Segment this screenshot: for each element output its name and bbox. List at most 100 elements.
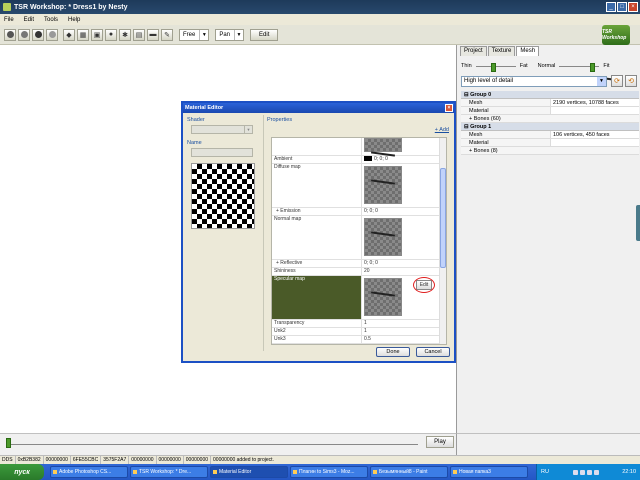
table-row[interactable]: Unk3 0.5	[272, 336, 446, 344]
timeline-right-area	[456, 433, 640, 455]
material-editor-dialog: Material Editor × Shader ▼ Name Properti…	[181, 101, 456, 363]
scrollbar-thumb[interactable]	[440, 168, 446, 268]
system-tray: RU 22:10	[536, 464, 640, 480]
material-left-pane: Shader ▼ Name	[187, 117, 259, 349]
fat-slider[interactable]	[475, 61, 516, 72]
status-field: 6FE55CBC	[71, 456, 102, 464]
brush-icon[interactable]: ✎	[161, 28, 173, 41]
highlight-circle	[413, 277, 435, 293]
table-row[interactable]: Mesh 2190 vertices, 10788 faces	[461, 99, 639, 107]
table-row[interactable]: + Reflective 0; 0; 0	[272, 260, 446, 268]
tab-texture[interactable]: Texture	[487, 46, 516, 56]
table-row[interactable]: Material	[461, 107, 639, 115]
ambient-color-swatch[interactable]	[364, 156, 372, 162]
specular-map-thumbnail[interactable]	[364, 278, 402, 316]
status-field: 00000000	[129, 456, 157, 464]
table-row[interactable]: Normal map	[272, 216, 446, 260]
table-row	[272, 138, 446, 156]
task-folder[interactable]: Новая папка3	[450, 466, 528, 478]
window-title: TSR Workshop: * Dress1 by Nesty	[14, 3, 128, 11]
material-properties-pane: Properties + Add Ambient 0; 0; 0 Diffuse…	[267, 117, 453, 349]
add-property-link[interactable]: + Add	[435, 127, 449, 133]
done-button[interactable]: Done	[376, 347, 410, 357]
tray-icon	[593, 469, 599, 475]
tab-mesh[interactable]: Mesh	[516, 46, 540, 56]
name-input[interactable]	[191, 148, 253, 157]
task-material-editor[interactable]: Material Editor	[210, 466, 288, 478]
box-icon[interactable]: ▣	[91, 28, 103, 41]
tray-icon	[586, 469, 592, 475]
sphere-icon[interactable]	[4, 28, 16, 41]
task-photoshop[interactable]: Adobe Photoshop CS...	[50, 466, 128, 478]
tray-icon	[572, 469, 578, 475]
menu-file[interactable]: File	[4, 17, 14, 23]
table-row[interactable]: Unk2 1	[272, 328, 446, 336]
status-field: 3575F2A7	[101, 456, 130, 464]
export-icon[interactable]: ⟲	[625, 75, 637, 87]
play-button[interactable]: Play	[426, 436, 454, 448]
shader-select[interactable]: ▼	[191, 125, 253, 134]
table-row[interactable]: Mesh 106 vertices, 450 faces	[461, 131, 639, 139]
task-paint[interactable]: Безымянный8 - Paint	[370, 466, 448, 478]
bone-icon[interactable]: ●	[105, 28, 117, 41]
texture-thumbnail	[364, 138, 402, 152]
task-firefox[interactable]: Плагин to Sims3 - Moz...	[290, 466, 368, 478]
toolbar-edit-button[interactable]: Edit	[250, 28, 279, 41]
table-row[interactable]: Shininess 20	[272, 268, 446, 276]
table-row[interactable]: Diffuse map	[272, 164, 446, 208]
dialog-close-button[interactable]: ×	[445, 104, 453, 112]
table-row[interactable]: + Bones (60)	[461, 115, 639, 123]
skeleton-icon[interactable]: ✱	[119, 28, 131, 41]
start-button[interactable]: пуск	[0, 464, 44, 480]
menu-help[interactable]: Help	[68, 17, 80, 23]
table-row[interactable]: Material	[461, 139, 639, 147]
sphere-solid-icon[interactable]	[32, 28, 44, 41]
camera-mode-select[interactable]: Free ▼	[179, 28, 210, 41]
fit-slider[interactable]	[559, 61, 600, 72]
group-0-header[interactable]: ⊟ Group 0	[461, 91, 639, 99]
normals-icon[interactable]: ▤	[133, 28, 145, 41]
material-preview	[191, 163, 255, 229]
task-tsr-workshop[interactable]: TSR Workshop: * Dre...	[130, 466, 208, 478]
dialog-title: Material Editor	[185, 105, 224, 111]
floor-icon[interactable]: ▬	[147, 28, 159, 41]
tray-icon	[579, 469, 585, 475]
pan-mode-value: Pan	[219, 31, 231, 38]
menu-edit[interactable]: Edit	[24, 17, 34, 23]
maximize-button[interactable]: □	[617, 2, 627, 12]
diffuse-map-thumbnail[interactable]	[364, 166, 402, 204]
normal-map-thumbnail[interactable]	[364, 218, 402, 256]
clock: 22:10	[622, 469, 636, 475]
tab-project[interactable]: Project	[460, 46, 487, 56]
panel-resize-handle[interactable]	[636, 205, 640, 241]
timeline-track[interactable]	[8, 444, 418, 445]
sphere-wire-icon[interactable]	[18, 28, 30, 41]
table-row-selected[interactable]: Specular map Edit	[272, 276, 446, 320]
fit-slider-thumb[interactable]	[590, 63, 596, 72]
pan-mode-select[interactable]: Pan ▼	[215, 28, 245, 41]
menu-tools[interactable]: Tools	[44, 17, 58, 23]
table-row[interactable]: + Emission 0; 0; 0	[272, 208, 446, 216]
table-row[interactable]: Transparency 1	[272, 320, 446, 328]
group-1-header[interactable]: ⊟ Group 1	[461, 123, 639, 131]
lod-select[interactable]: High level of detail ▼	[461, 76, 607, 87]
cube-icon[interactable]: ◆	[63, 28, 75, 41]
close-button[interactable]: ×	[628, 2, 638, 12]
chevron-down-icon: ▼	[244, 126, 252, 133]
cancel-button[interactable]: Cancel	[416, 347, 450, 357]
property-scrollbar[interactable]	[439, 138, 446, 344]
minimize-button[interactable]: _	[606, 2, 616, 12]
table-row[interactable]: + Bones (8)	[461, 147, 639, 155]
menu-bar: File Edit Tools Help	[0, 14, 640, 25]
import-icon[interactable]: ⟳	[611, 75, 623, 87]
fat-slider-thumb[interactable]	[491, 63, 497, 72]
grid-icon[interactable]: ▦	[77, 28, 89, 41]
table-row[interactable]: Ambient 0; 0; 0	[272, 156, 446, 164]
timeline-thumb[interactable]	[6, 438, 11, 448]
body-sliders: Thin Fat Normal Fit	[461, 61, 639, 72]
language-indicator[interactable]: RU	[541, 469, 549, 475]
status-message: 00000000 added to project.	[213, 457, 274, 463]
tray-icons	[572, 469, 599, 475]
sphere-shaded-icon[interactable]	[46, 28, 58, 41]
panel-tabs: Project Texture Mesh	[457, 46, 640, 56]
